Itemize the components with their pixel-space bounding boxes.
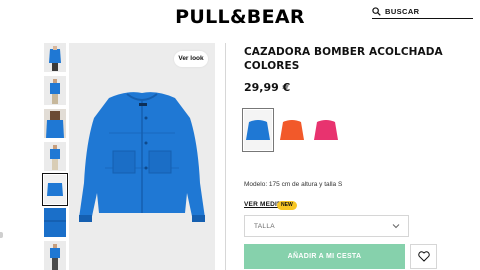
jacket-illustration [69, 43, 215, 270]
search-placeholder[interactable]: BUSCAR [385, 7, 419, 16]
size-select-label: TALLA [254, 223, 275, 230]
thumbnail-5-selected[interactable] [42, 173, 68, 206]
thumbnail-6[interactable] [44, 208, 66, 237]
search-field[interactable]: BUSCAR [372, 6, 473, 19]
model-info: Modelo: 175 cm de altura y talla S [244, 181, 343, 188]
search-icon[interactable] [372, 7, 381, 16]
thumbnail-2[interactable] [44, 76, 66, 105]
color-swatch-orange[interactable] [278, 110, 306, 150]
thumbnail-7[interactable] [44, 241, 66, 270]
new-badge: NEW [277, 201, 297, 210]
main-product-image[interactable] [69, 43, 215, 270]
size-select[interactable]: TALLA [244, 215, 409, 237]
heart-icon [418, 251, 430, 262]
thumbnail-4[interactable] [44, 142, 66, 171]
color-swatch-blue[interactable] [242, 108, 274, 152]
divider [225, 43, 226, 270]
site-header: PULL&BEAR BUSCAR [0, 0, 480, 34]
color-swatch-pink[interactable] [312, 110, 340, 150]
product-price: 29,99 € [244, 81, 291, 94]
thumbnail-list [42, 43, 68, 270]
ver-look-button[interactable]: Ver look [174, 51, 208, 67]
thumbnail-3[interactable] [44, 109, 66, 138]
favorite-button[interactable] [410, 244, 437, 269]
chevron-down-icon [392, 224, 400, 229]
scroll-edge [0, 232, 3, 238]
add-to-cart-button[interactable]: AÑADIR A MI CESTA [244, 244, 405, 269]
thumbnail-1[interactable] [44, 43, 66, 72]
product-title: CAZADORA BOMBER ACOLCHADA COLORES [244, 46, 443, 72]
